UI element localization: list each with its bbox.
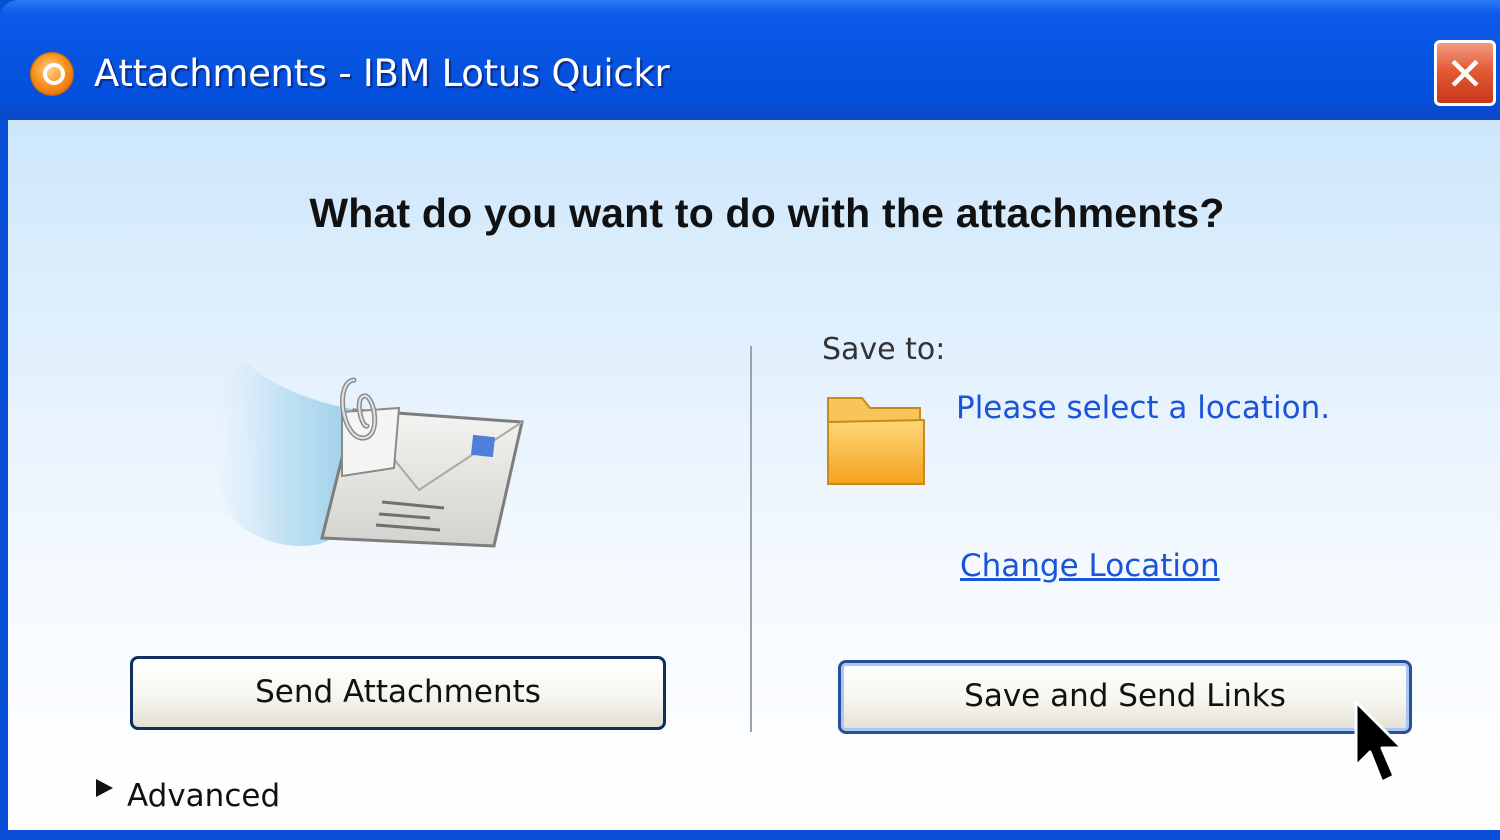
mouse-pointer-icon bbox=[1354, 700, 1404, 784]
change-location-link[interactable]: Change Location bbox=[960, 548, 1220, 584]
window-title: Attachments - IBM Lotus Quickr bbox=[94, 52, 670, 95]
quickr-app-icon bbox=[30, 52, 74, 96]
window-bottom-border bbox=[0, 830, 1500, 840]
advanced-expander[interactable]: Advanced bbox=[96, 774, 280, 818]
save-and-send-links-button[interactable]: Save and Send Links bbox=[838, 660, 1412, 734]
email-attachment-icon bbox=[214, 360, 524, 548]
advanced-label: Advanced bbox=[127, 778, 281, 814]
dialog-question: What do you want to do with the attachme… bbox=[309, 190, 1225, 236]
dialog-window: Attachments - IBM Lotus Quickr ✕ What do… bbox=[0, 0, 1500, 840]
close-icon: ✕ bbox=[1445, 47, 1485, 101]
folder-icon bbox=[827, 397, 925, 485]
close-button[interactable]: ✕ bbox=[1434, 40, 1496, 106]
vertical-divider bbox=[750, 346, 752, 732]
location-text: Please select a location. bbox=[956, 390, 1331, 426]
send-attachments-button[interactable]: Send Attachments bbox=[130, 656, 666, 730]
dialog-body: What do you want to do with the attachme… bbox=[8, 120, 1500, 830]
triangle-right-icon bbox=[96, 778, 113, 797]
save-to-label: Save to: bbox=[822, 332, 946, 367]
title-bar[interactable]: Attachments - IBM Lotus Quickr ✕ bbox=[0, 0, 1500, 120]
